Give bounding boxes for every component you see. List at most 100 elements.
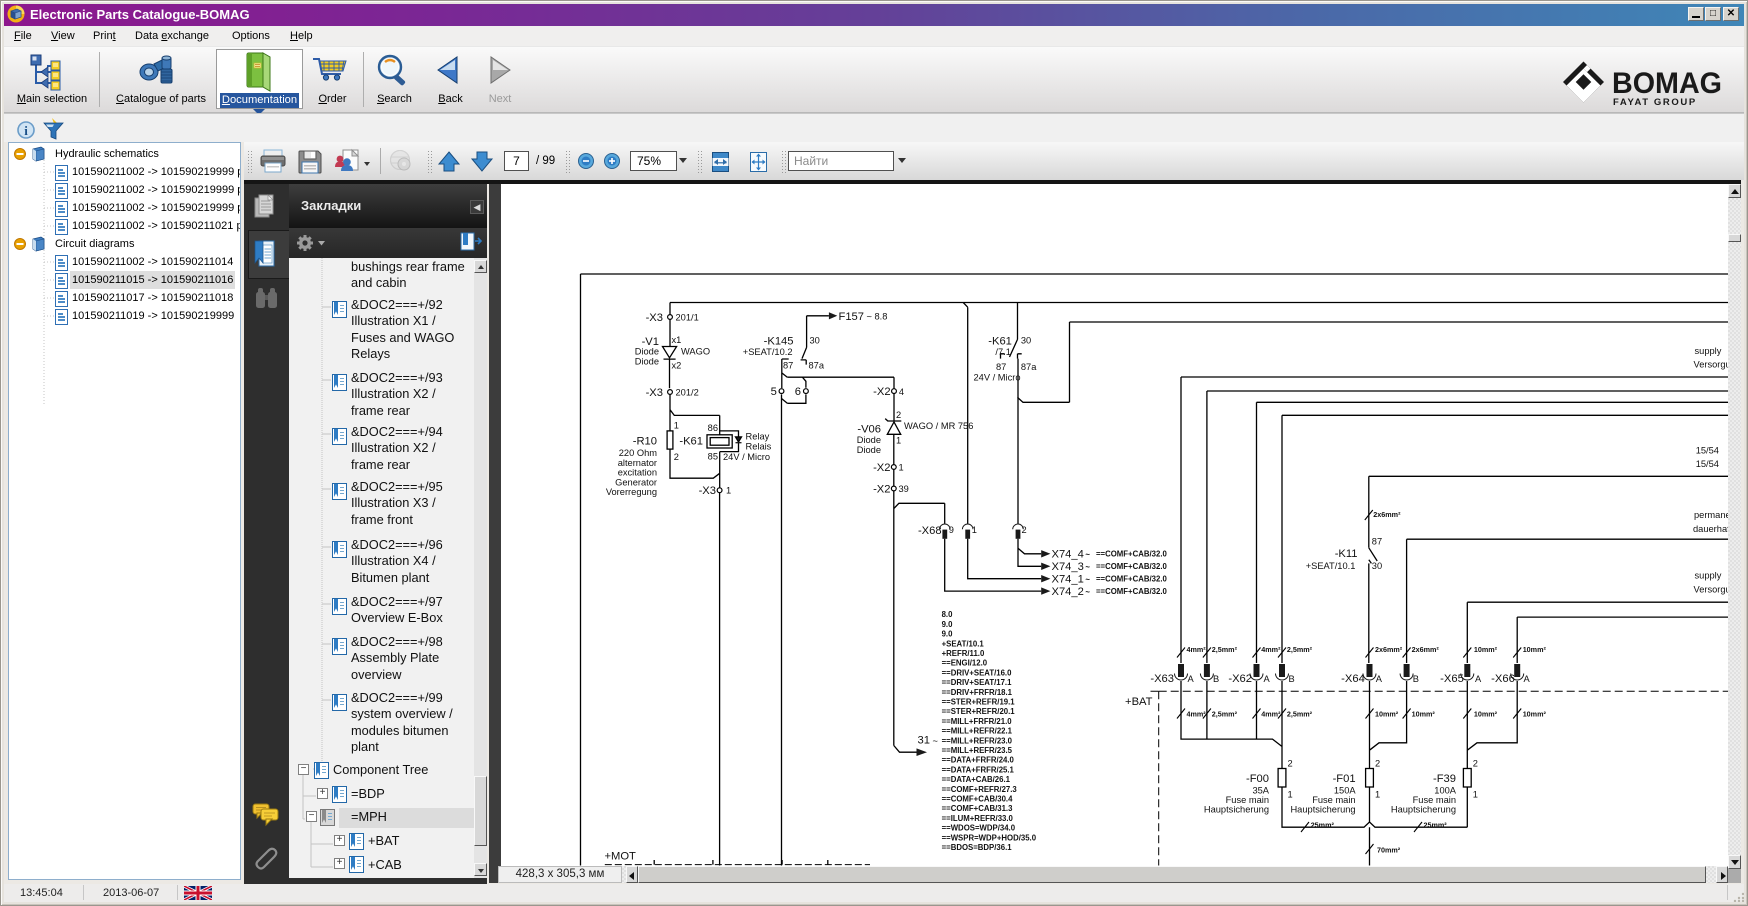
svg-text:WAGO / MR 756: WAGO / MR 756: [904, 421, 973, 431]
svg-text:BOMAG: BOMAG: [1612, 67, 1722, 100]
svg-text:A: A: [1188, 674, 1195, 684]
svg-text:Versorgung: Versorgung: [1694, 584, 1729, 594]
svg-text:-X3: -X3: [646, 387, 663, 399]
svg-text:i: i: [24, 123, 28, 138]
svg-text:==DRIV+SEAT/16.0: ==DRIV+SEAT/16.0: [942, 668, 1013, 677]
svg-text:2x6mm²: 2x6mm²: [1373, 510, 1401, 519]
svg-text:24V / Micro: 24V / Micro: [723, 452, 770, 462]
svg-text:-X66: -X66: [1491, 673, 1515, 685]
svg-text:+BAT: +BAT: [1125, 696, 1153, 708]
svg-text:1: 1: [674, 420, 679, 430]
svg-text:==STER+REFR/19.1: ==STER+REFR/19.1: [942, 698, 1016, 707]
svg-text:2,5mm²: 2,5mm²: [1287, 710, 1313, 719]
svg-text:x2: x2: [672, 360, 682, 370]
svg-text:87: 87: [1372, 537, 1382, 547]
svg-text:==MILL+REFR/23.5: ==MILL+REFR/23.5: [942, 746, 1013, 755]
svg-text:==BDOS=BDP/36.1: ==BDOS=BDP/36.1: [942, 843, 1013, 852]
svg-text:permanent: permanent: [1694, 510, 1728, 520]
svg-text:4mm²: 4mm²: [1261, 710, 1281, 719]
svg-text:100A: 100A: [1434, 785, 1457, 795]
svg-text:2: 2: [1022, 525, 1027, 535]
svg-text:Versorgung: Versorgung: [1694, 360, 1729, 370]
svg-text:==DATA+CAB/26.1: ==DATA+CAB/26.1: [942, 775, 1011, 784]
svg-text:==COMF+CAB/32.0: ==COMF+CAB/32.0: [1096, 575, 1168, 584]
svg-text:1: 1: [899, 462, 904, 472]
svg-text:==COMF+CAB/32.0: ==COMF+CAB/32.0: [1096, 562, 1168, 571]
svg-text:15/54: 15/54: [1696, 459, 1719, 469]
svg-text:10mm²: 10mm²: [1375, 710, 1399, 719]
svg-text:10mm²: 10mm²: [1474, 710, 1498, 719]
svg-text:9: 9: [949, 525, 954, 535]
svg-text:Vorerregung: Vorerregung: [606, 487, 657, 497]
svg-text:+MOT: +MOT: [605, 850, 637, 862]
svg-text:-X63: -X63: [1150, 673, 1174, 685]
svg-text:-R10: -R10: [633, 435, 657, 447]
svg-text:Diode: Diode: [857, 435, 881, 445]
svg-text:dauerhaft: dauerhaft: [1693, 524, 1728, 534]
svg-text:==DATA+FRFR/24.0: ==DATA+FRFR/24.0: [942, 756, 1015, 765]
svg-text:39: 39: [899, 484, 909, 494]
svg-text:==ENGI/12.0: ==ENGI/12.0: [942, 659, 988, 668]
svg-text:Generator: Generator: [615, 477, 657, 487]
svg-text:-X62: -X62: [1228, 673, 1252, 685]
svg-text:+SEAT/10.2: +SEAT/10.2: [743, 347, 793, 357]
svg-text:-K145: -K145: [764, 335, 794, 347]
svg-text:A: A: [1475, 674, 1482, 684]
svg-text:85: 85: [708, 452, 718, 462]
svg-text:2: 2: [674, 452, 679, 462]
svg-text:201/1: 201/1: [676, 312, 699, 322]
svg-text:FAYAT GROUP: FAYAT GROUP: [1613, 97, 1697, 108]
svg-text:-K61: -K61: [679, 435, 703, 447]
svg-text:Diode: Diode: [857, 445, 881, 455]
svg-text:Relais: Relais: [746, 441, 772, 451]
svg-text:9.0: 9.0: [942, 620, 954, 629]
svg-text:-X2: -X2: [873, 483, 890, 495]
svg-text:Fuse main: Fuse main: [1312, 795, 1355, 805]
svg-text:8.0: 8.0: [942, 610, 954, 619]
svg-text:==COMF+CAB/32.0: ==COMF+CAB/32.0: [1096, 587, 1168, 596]
svg-text:==DATA+FRFR/25.1: ==DATA+FRFR/25.1: [942, 765, 1015, 774]
svg-text:==DRIV+FRFR/18.1: ==DRIV+FRFR/18.1: [942, 688, 1013, 697]
svg-text:Hauptsicherung: Hauptsicherung: [1391, 804, 1456, 814]
svg-text:4mm²: 4mm²: [1187, 710, 1207, 719]
svg-text:A: A: [1264, 674, 1271, 684]
svg-text:70mm²: 70mm²: [1377, 846, 1401, 855]
svg-text:~: ~: [1085, 587, 1090, 596]
svg-text:30: 30: [1021, 335, 1031, 345]
svg-text:WAGO: WAGO: [681, 347, 710, 357]
svg-text:+REFR/11.0: +REFR/11.0: [942, 649, 985, 658]
svg-text:4mm²: 4mm²: [1187, 645, 1207, 654]
svg-text:+SEAT/10.1: +SEAT/10.1: [942, 639, 985, 648]
svg-text:87: 87: [996, 362, 1006, 372]
svg-text:10mm²: 10mm²: [1523, 645, 1547, 654]
svg-text:Diode: Diode: [635, 347, 659, 357]
svg-text:/7.1: /7.1: [995, 347, 1011, 357]
svg-text:4mm²: 4mm²: [1261, 645, 1281, 654]
svg-text:==MILL+REFR/22.1: ==MILL+REFR/22.1: [942, 727, 1013, 736]
svg-text:Hauptsicherung: Hauptsicherung: [1290, 804, 1355, 814]
svg-text:201/2: 201/2: [676, 387, 699, 397]
svg-text:~: ~: [1085, 563, 1090, 572]
svg-text:==ILUM+REFR/33.0: ==ILUM+REFR/33.0: [942, 814, 1014, 823]
svg-text:~: ~: [1085, 550, 1090, 559]
svg-text:-X3: -X3: [699, 485, 716, 497]
svg-text:2: 2: [1375, 758, 1380, 768]
svg-text:4: 4: [899, 387, 904, 397]
svg-text:Fuse main: Fuse main: [1226, 795, 1269, 805]
svg-text:alternator: alternator: [618, 458, 657, 468]
svg-text:Relay: Relay: [746, 431, 770, 441]
svg-text:10mm²: 10mm²: [1412, 710, 1436, 719]
svg-text:10mm²: 10mm²: [1474, 645, 1498, 654]
svg-text:x1: x1: [672, 335, 682, 345]
svg-text:87a: 87a: [1021, 362, 1037, 372]
svg-text:10mm²: 10mm²: [1523, 710, 1547, 719]
svg-text:==COMF+REFR/27.3: ==COMF+REFR/27.3: [942, 785, 1018, 794]
svg-text:-F39: -F39: [1433, 773, 1456, 785]
svg-text:-F00: -F00: [1246, 773, 1269, 785]
svg-text:2: 2: [896, 410, 901, 420]
svg-text:-X2: -X2: [873, 386, 890, 398]
svg-text:supply: supply: [1695, 570, 1722, 580]
svg-text:87: 87: [783, 361, 793, 371]
svg-text:150A: 150A: [1334, 785, 1357, 795]
svg-text:31: 31: [918, 734, 930, 746]
